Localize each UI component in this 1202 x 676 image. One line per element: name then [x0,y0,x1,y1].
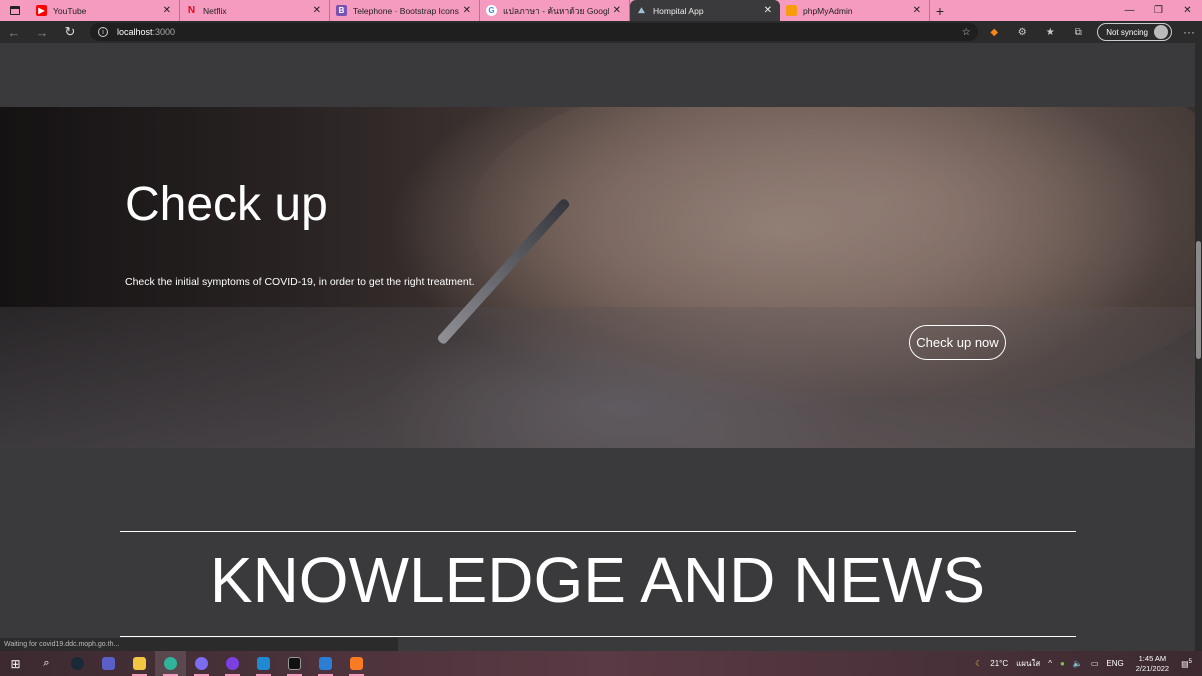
window-controls: — ❐ ✕ [1115,0,1202,21]
news-divider-top [120,531,1076,532]
url-host: localhost [117,27,153,37]
restore-icon[interactable]: ❐ [1144,0,1173,21]
url-text: localhost:3000 [117,27,175,37]
network-icon[interactable]: ● [1060,659,1065,668]
url-port: :3000 [152,27,176,37]
back-icon[interactable]: ← [0,21,28,43]
search-icon[interactable]: ⌕ [31,651,62,676]
bootstrap-icon: B [336,5,347,16]
url-field[interactable]: i localhost:3000 [90,23,978,41]
weather-moon-icon: ☾ [975,659,983,668]
tab-title: phpMyAdmin [803,5,853,16]
edge-icon[interactable] [155,651,186,676]
extensions-icon[interactable]: ⚙ [1011,21,1033,43]
tab-title: Netflix [203,5,227,16]
tab-bar: ▶ YouTube ✕ N Netflix ✕ B Telephone · Bo… [0,0,1202,21]
tab-actions-icon[interactable] [0,0,30,21]
info-icon[interactable]: i [98,27,108,37]
address-bar: ← → ↻ i localhost:3000 ☆ ◆ ⚙ ★ ⧉ Not syn… [0,21,1202,43]
notification-count: 5 [1188,658,1192,665]
more-options-icon[interactable]: ··· [1176,25,1202,39]
close-icon[interactable]: ✕ [764,5,772,16]
close-window-icon[interactable]: ✕ [1173,0,1202,21]
clock-date: 2/21/2022 [1135,663,1170,673]
profile-sync-button[interactable]: Not syncing [1097,23,1172,41]
start-icon[interactable]: ⊞ [0,651,31,676]
youtube-icon: ▶ [36,5,47,16]
tab-bootstrap-icons[interactable]: B Telephone · Bootstrap Icons ✕ [330,0,480,21]
reload-icon[interactable]: ↻ [56,21,84,43]
new-tab-icon[interactable]: + [930,3,950,19]
tab-netflix[interactable]: N Netflix ✕ [180,0,330,21]
close-icon[interactable]: ✕ [613,5,621,16]
steam-icon[interactable] [62,651,93,676]
browser-toolbar: ☆ ◆ ⚙ ★ ⧉ Not syncing ··· [949,21,1202,43]
minimize-icon[interactable]: — [1115,0,1144,21]
scrollbar-thumb[interactable] [1196,241,1201,359]
add-favorite-icon[interactable]: ☆ [955,21,977,43]
news-divider-bottom [120,636,1076,637]
show-hidden-icons-icon[interactable]: ^ [1048,659,1052,668]
news-section-title: KNOWLEDGE AND NEWS [209,544,986,616]
tab-google-translate[interactable]: G แปลภาษา - ค้นหาด้วย Google ✕ [480,0,630,21]
windows-taskbar: ⊞ ⌕ ☾ 21°C แผนใส ^ ● 🔈 ▭ ENG 1:45 AM 2/2… [0,651,1202,676]
volume-icon[interactable]: 🔈 [1073,659,1083,668]
teams-icon[interactable] [93,651,124,676]
clock[interactable]: 1:45 AM 2/21/2022 [1136,654,1169,674]
collections-icon[interactable]: ⧉ [1067,21,1089,43]
hero-description: Check the initial symptoms of COVID-19, … [125,276,475,288]
phpmyadmin-icon [786,5,797,16]
weather-temperature: 21°C [990,659,1009,668]
browser-status-bar: Waiting for covid19.ddc.moph.go.th... [0,638,398,651]
media-player-icon[interactable] [310,651,341,676]
sync-label: Not syncing [1106,27,1148,37]
tab-title: YouTube [53,5,87,16]
app-icon: ⛰ [638,5,645,15]
tab-youtube[interactable]: ▶ YouTube ✕ [30,0,180,21]
tab-phpmyadmin[interactable]: phpMyAdmin ✕ [780,0,930,21]
page-viewport: Check up Check the initial symptoms of C… [0,43,1195,651]
clock-time: 1:45 AM [1138,653,1167,663]
system-tray: ☾ 21°C แผนใส ^ ● 🔈 ▭ ENG 1:45 AM 2/21/20… [971,651,1202,676]
tab-title: Hompital App [653,5,704,16]
google-icon: G [486,5,497,16]
notification-center-icon[interactable]: ▤5 [1181,659,1192,669]
tab-hompital-app[interactable]: ⛰ Hompital App ✕ [630,0,780,21]
tab-title: แปลภาษา - ค้นหาด้วย Google [503,5,609,16]
file-explorer-icon[interactable] [124,651,155,676]
vscode-icon[interactable] [248,651,279,676]
close-icon[interactable]: ✕ [913,5,921,16]
xampp-icon[interactable] [341,651,372,676]
terminal-icon[interactable] [279,651,310,676]
battery-icon[interactable]: ▭ [1091,659,1099,668]
close-icon[interactable]: ✕ [163,5,171,16]
checkup-hero: Check up Check the initial symptoms of C… [0,107,1195,448]
github-desktop-icon[interactable] [217,651,248,676]
page-scrollbar[interactable] [1195,43,1202,651]
tab-title: Telephone · Bootstrap Icons [353,5,459,16]
avatar [1154,25,1168,39]
close-icon[interactable]: ✕ [313,5,321,16]
weather-text: แผนใส [1016,659,1041,668]
extension-metamask-icon[interactable]: ◆ [983,21,1005,43]
check-up-now-button[interactable]: Check up now [909,325,1006,360]
close-icon[interactable]: ✕ [463,5,471,16]
hero-title: Check up [125,178,328,231]
favorites-icon[interactable]: ★ [1039,21,1061,43]
netflix-icon: N [187,5,196,16]
chrome-canary-icon[interactable] [186,651,217,676]
forward-icon[interactable]: → [28,21,56,43]
language-indicator[interactable]: ENG [1106,659,1123,668]
